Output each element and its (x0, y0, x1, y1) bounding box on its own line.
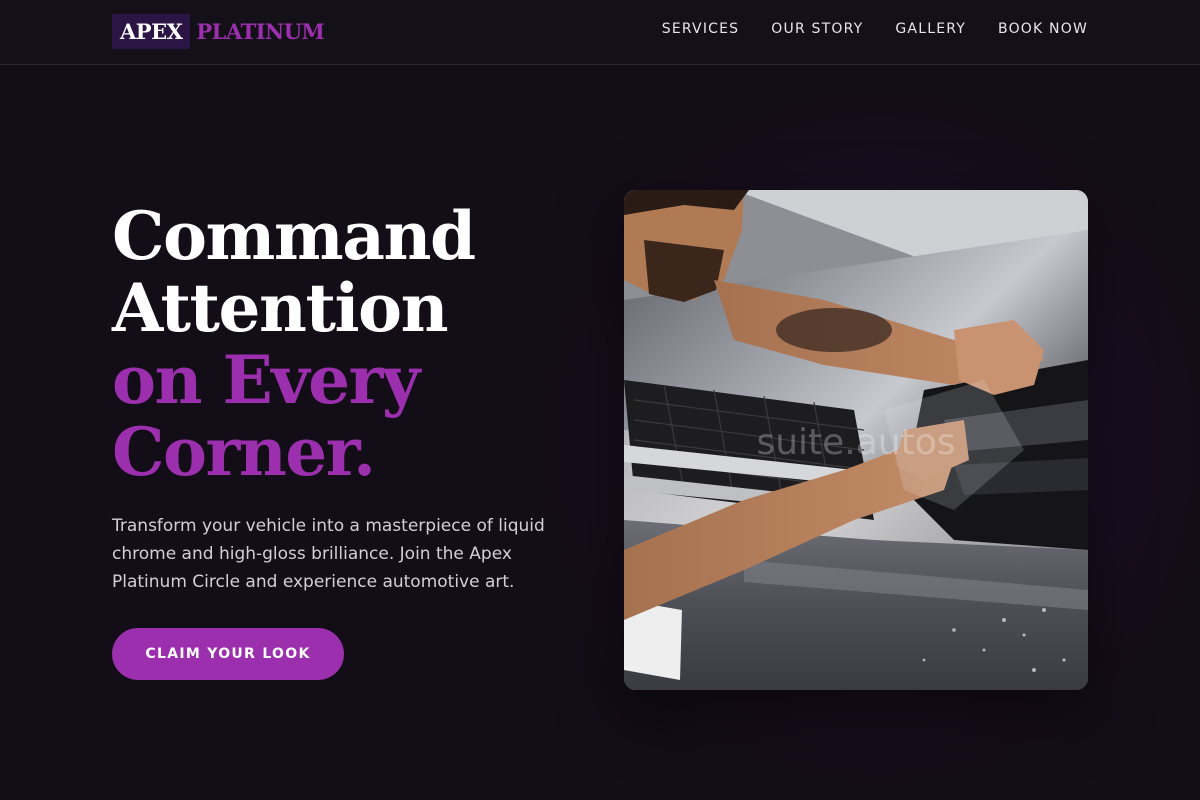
logo-platinum-text: PLATINUM (196, 19, 325, 44)
hero-image: suite.autos (624, 190, 1088, 690)
image-watermark: suite.autos (756, 422, 956, 463)
claim-your-look-button[interactable]: CLAIM YOUR LOOK (112, 628, 344, 680)
hero-subtitle: Transform your vehicle into a masterpiec… (112, 516, 545, 592)
brand-logo[interactable]: APEX PLATINUM (112, 14, 325, 49)
nav-gallery[interactable]: GALLERY (895, 21, 966, 37)
nav-our-story[interactable]: OUR STORY (771, 21, 863, 37)
hero-title: Command Attention on Every Corner. (112, 197, 476, 491)
nav-book-now[interactable]: BOOK NOW (998, 21, 1088, 37)
logo-apex-text: APEX (112, 14, 191, 49)
hero-title-line-4: Corner. (112, 413, 376, 491)
hero-title-line-3: on Every (112, 341, 420, 419)
hero-title-line-1: Command (112, 197, 476, 275)
main-nav: SERVICES OUR STORY GALLERY BOOK NOW (662, 21, 1088, 37)
nav-services[interactable]: SERVICES (662, 21, 740, 37)
site-header: APEX PLATINUM SERVICES OUR STORY GALLERY… (0, 0, 1200, 65)
hero-title-line-2: Attention (112, 269, 449, 347)
